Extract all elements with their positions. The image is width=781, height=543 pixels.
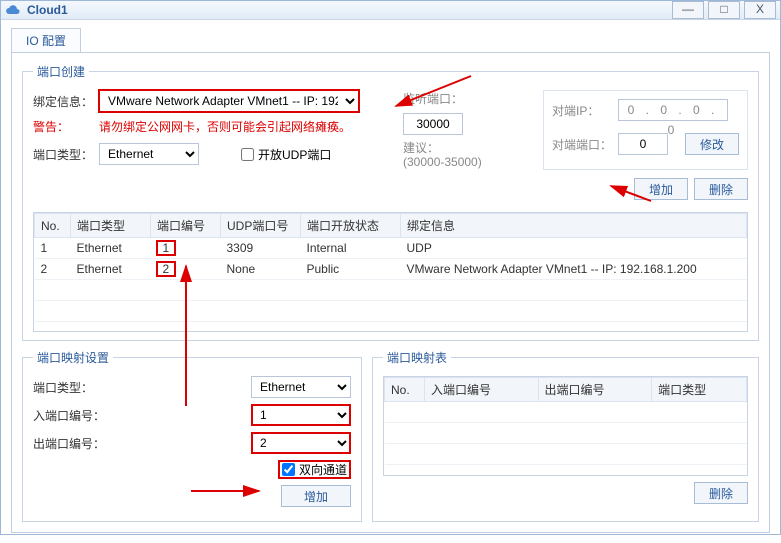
col-state: 端口开放状态 bbox=[301, 214, 401, 238]
map-in-label: 入端口编号： bbox=[33, 407, 113, 424]
port-table: No. 端口类型 端口编号 UDP端口号 端口开放状态 绑定信息 1 Ether… bbox=[34, 213, 747, 332]
titlebar: Cloud1 — □ X bbox=[1, 1, 780, 20]
tab-panel: 端口创建 绑定信息： VMware Network Adapter VMnet1… bbox=[11, 52, 770, 533]
port-create-legend: 端口创建 bbox=[33, 63, 89, 80]
col-udp: UDP端口号 bbox=[221, 214, 301, 238]
bidir-checkbox[interactable]: 双向通道 bbox=[278, 460, 351, 479]
open-udp-check-input[interactable] bbox=[241, 148, 254, 161]
mcol-type: 端口类型 bbox=[652, 378, 747, 402]
warn-label: 警告： bbox=[33, 118, 93, 135]
port-type-label: 端口类型： bbox=[33, 146, 93, 163]
content-area: IO 配置 端口创建 绑定信息： VMware Network Adapter … bbox=[1, 20, 780, 543]
cloud-icon bbox=[5, 2, 21, 18]
window: Cloud1 — □ X IO 配置 端口创建 绑定信息： VMware Net… bbox=[0, 0, 781, 535]
map-out-select[interactable]: 2 bbox=[251, 432, 351, 454]
map-type-label: 端口类型： bbox=[33, 379, 113, 396]
port-map-table-legend: 端口映射表 bbox=[383, 349, 451, 366]
open-udp-checkbox[interactable]: 开放UDP端口 bbox=[241, 146, 331, 163]
table-row[interactable]: 2 Ethernet 2 None Public VMware Network … bbox=[35, 259, 747, 280]
col-type: 端口类型 bbox=[71, 214, 151, 238]
modify-button[interactable]: 修改 bbox=[685, 133, 739, 155]
minimize-button[interactable]: — bbox=[672, 1, 704, 19]
listen-port-label: 监听端口： bbox=[403, 90, 463, 107]
bind-info-label: 绑定信息： bbox=[33, 93, 93, 110]
peer-ip-input[interactable]: 0 . 0 . 0 . 0 bbox=[618, 99, 728, 121]
port-table-wrap: No. 端口类型 端口编号 UDP端口号 端口开放状态 绑定信息 1 Ether… bbox=[33, 212, 748, 332]
warn-text: 请勿绑定公网网卡，否则可能会引起网络瘫痪。 bbox=[99, 118, 351, 135]
window-title: Cloud1 bbox=[27, 3, 668, 17]
close-button[interactable]: X bbox=[744, 1, 776, 19]
bind-info-select[interactable]: VMware Network Adapter VMnet1 -- IP: 192… bbox=[99, 90, 359, 112]
listen-suggest: 建议： (30000-35000) bbox=[403, 141, 523, 169]
open-udp-label: 开放UDP端口 bbox=[258, 146, 331, 163]
maximize-button[interactable]: □ bbox=[708, 1, 740, 19]
tab-io-config[interactable]: IO 配置 bbox=[11, 28, 81, 52]
table-row[interactable]: 1 Ethernet 1 3309 Internal UDP bbox=[35, 238, 747, 259]
map-add-button[interactable]: 增加 bbox=[281, 485, 351, 507]
port-num-1: 1 bbox=[157, 241, 176, 255]
delete-port-button[interactable]: 删除 bbox=[694, 178, 748, 200]
port-map-set-legend: 端口映射设置 bbox=[33, 349, 113, 366]
map-table-wrap: No. 入端口编号 出端口编号 端口类型 bbox=[383, 376, 748, 476]
port-map-table-group: 端口映射表 No. 入端口编号 出端口编号 端口类型 bbox=[372, 349, 759, 522]
map-in-select[interactable]: 1 bbox=[251, 404, 351, 426]
mcol-in: 入端口编号 bbox=[425, 378, 539, 402]
peer-port-label: 对端端口： bbox=[552, 136, 612, 153]
port-create-group: 端口创建 绑定信息： VMware Network Adapter VMnet1… bbox=[22, 63, 759, 341]
col-no: No. bbox=[35, 214, 71, 238]
map-out-label: 出端口编号： bbox=[33, 435, 113, 452]
port-num-2: 2 bbox=[157, 262, 176, 276]
map-table: No. 入端口编号 出端口编号 端口类型 bbox=[384, 377, 747, 465]
tabbar: IO 配置 bbox=[11, 28, 770, 52]
port-map-set-group: 端口映射设置 端口类型： Ethernet 入端口编号： 1 出端口编号： bbox=[22, 349, 362, 522]
mcol-no: No. bbox=[385, 378, 425, 402]
peer-ip-label: 对端IP： bbox=[552, 102, 612, 119]
peer-port-input[interactable] bbox=[618, 133, 668, 155]
port-type-select[interactable]: Ethernet bbox=[99, 143, 199, 165]
add-port-button[interactable]: 增加 bbox=[634, 178, 688, 200]
bidir-check-input[interactable] bbox=[282, 463, 295, 476]
mcol-out: 出端口编号 bbox=[538, 378, 652, 402]
col-bind: 绑定信息 bbox=[401, 214, 747, 238]
bidir-label: 双向通道 bbox=[299, 461, 347, 478]
col-num: 端口编号 bbox=[151, 214, 221, 238]
map-delete-button[interactable]: 删除 bbox=[694, 482, 748, 504]
map-type-select[interactable]: Ethernet bbox=[251, 376, 351, 398]
listen-port-input[interactable] bbox=[403, 113, 463, 135]
